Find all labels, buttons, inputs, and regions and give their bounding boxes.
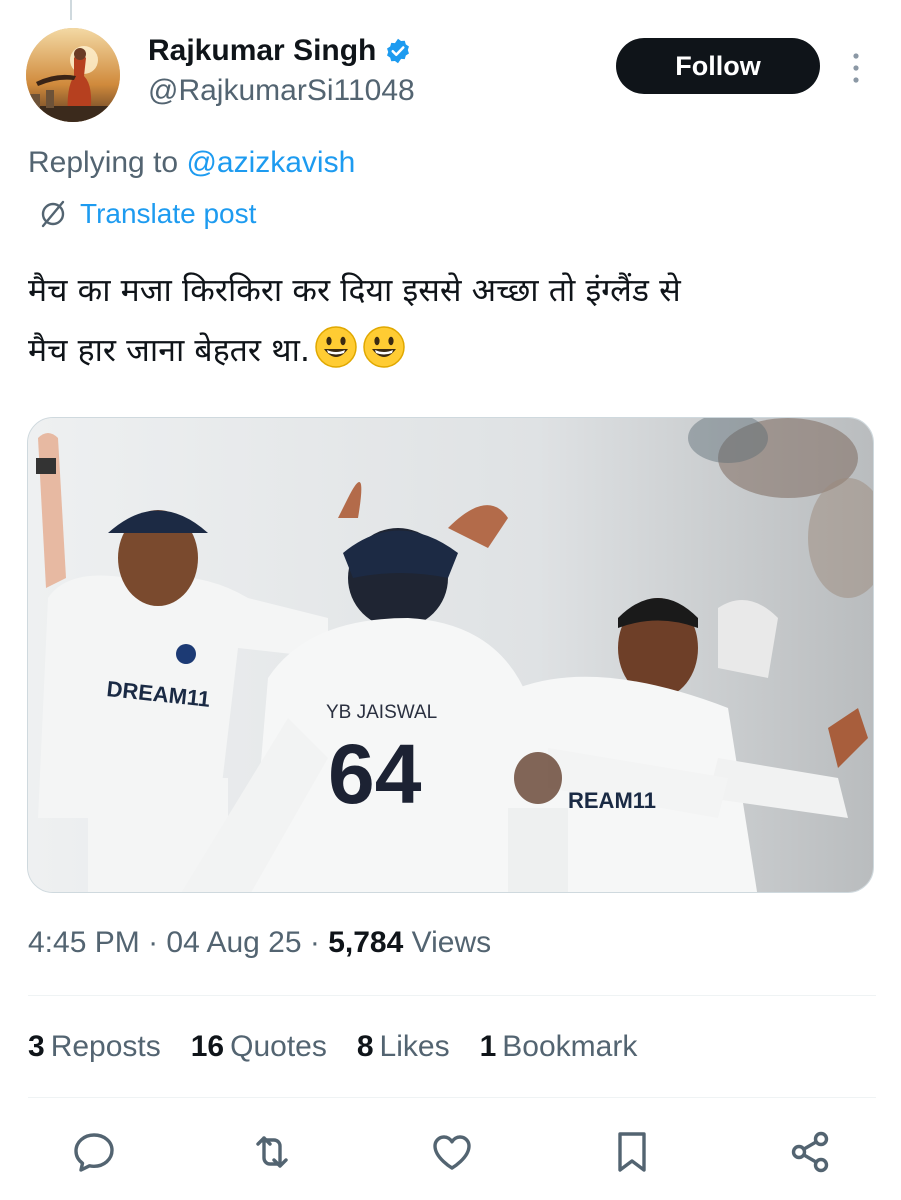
- jersey-name-text: YB JAISWAL: [326, 702, 437, 723]
- post-meta: 4:45 PM · 04 Aug 25 · 5,784 Views: [28, 926, 491, 960]
- bookmarks-label: Bookmark: [502, 1030, 638, 1063]
- jersey-number-text: 64: [328, 727, 422, 821]
- like-icon[interactable]: [428, 1128, 476, 1176]
- repost-icon[interactable]: [248, 1128, 296, 1176]
- verified-icon: [384, 37, 412, 65]
- translate-icon: [38, 199, 68, 229]
- post-media-image[interactable]: DREAM11 YB JAISWAL 64 REAM11: [27, 417, 874, 893]
- quotes-count: 16: [190, 1030, 225, 1063]
- views-count: 5,784: [328, 926, 404, 959]
- name-row: Rajkumar Singh: [148, 34, 412, 68]
- divider: [28, 1097, 876, 1098]
- likes-count: 8: [356, 1030, 374, 1063]
- post-text: मैच का मजा किरकिरा कर दिया इससे अच्छा तो…: [28, 260, 873, 380]
- likes-stat[interactable]: 8 Likes: [357, 1030, 450, 1064]
- post-date[interactable]: 04 Aug 25: [166, 926, 301, 959]
- translate-label: Translate post: [80, 198, 257, 229]
- quotes-label: Quotes: [230, 1030, 327, 1063]
- quotes-stat[interactable]: 16 Quotes: [191, 1030, 327, 1064]
- follow-button[interactable]: Follow: [616, 38, 820, 94]
- reposts-count: 3: [28, 1030, 45, 1063]
- user-handle[interactable]: @RajkumarSi11048: [148, 74, 415, 108]
- divider: [28, 995, 876, 996]
- reposts-label: Reposts: [50, 1030, 161, 1063]
- reply-mention-link[interactable]: @azizkavish: [186, 146, 355, 179]
- translate-post-link[interactable]: Translate post: [38, 198, 256, 230]
- svg-text:REAM11: REAM11: [568, 788, 656, 813]
- reposts-stat[interactable]: 3 Reposts: [28, 1030, 161, 1064]
- bookmark-icon[interactable]: [608, 1128, 656, 1176]
- avatar-image: [26, 28, 120, 122]
- likes-label: Likes: [379, 1030, 450, 1063]
- thread-line: [70, 0, 72, 20]
- post-text-line-2-wrap: मैच हार जाना बेहतर था.: [28, 320, 873, 380]
- share-icon[interactable]: [786, 1128, 834, 1176]
- cricket-celebration-photo: DREAM11 YB JAISWAL 64 REAM11: [28, 418, 873, 892]
- more-icon[interactable]: [844, 50, 868, 86]
- post-text-line-2: मैच हार जाना बेहतर था.: [28, 331, 311, 369]
- action-bar: [0, 1128, 901, 1178]
- post-time[interactable]: 4:45 PM: [28, 926, 140, 959]
- grinning-face-emoji-icon: [362, 325, 406, 369]
- avatar[interactable]: [26, 28, 120, 122]
- reply-icon[interactable]: [70, 1128, 118, 1176]
- post-header: Rajkumar Singh @RajkumarSi11048 Follow: [26, 28, 876, 122]
- replying-to: Replying to @azizkavish: [28, 146, 355, 180]
- replying-prefix: Replying to: [28, 146, 187, 179]
- views-label: Views: [403, 926, 492, 959]
- post-text-line-1: मैच का मजा किरकिरा कर दिया इससे अच्छा तो…: [28, 271, 681, 309]
- bookmarks-count: 1: [479, 1030, 497, 1063]
- meta-separator: ·: [139, 926, 167, 959]
- meta-separator: ·: [301, 926, 329, 959]
- engagement-stats: 3 Reposts 16 Quotes 8 Likes 1 Bookmark: [28, 1030, 637, 1064]
- display-name[interactable]: Rajkumar Singh: [148, 34, 376, 68]
- grinning-face-emoji-icon: [314, 325, 358, 369]
- bookmarks-stat[interactable]: 1 Bookmark: [480, 1030, 638, 1064]
